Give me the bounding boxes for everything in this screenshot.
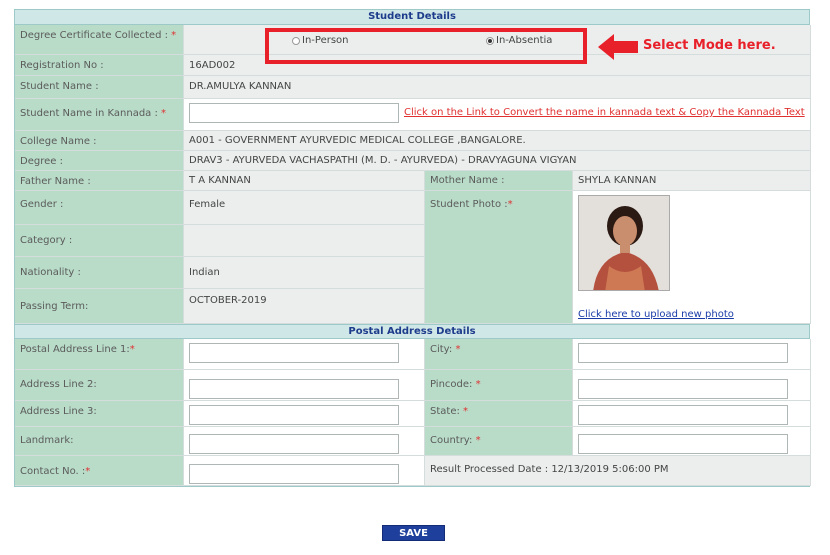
- degree-label: Degree :: [15, 151, 184, 171]
- name-kannada-input[interactable]: [189, 103, 399, 123]
- student-photo-cell: Click here to upload new photo: [573, 191, 811, 324]
- city-label: City: *: [425, 339, 573, 370]
- registration-no-label: Registration No :: [15, 55, 184, 76]
- landmark-label: Landmark:: [15, 427, 184, 456]
- contact-no-label: Contact No. : *: [15, 456, 184, 486]
- student-photo: [578, 195, 670, 291]
- radio-in-absentia-dot[interactable]: [486, 36, 494, 45]
- category-label: Category :: [15, 225, 184, 257]
- father-name-label: Father Name :: [15, 171, 184, 191]
- upload-photo-link[interactable]: Click here to upload new photo: [578, 309, 734, 320]
- country-field: [573, 427, 811, 456]
- pincode-label: Pincode: *: [425, 370, 573, 401]
- student-photo-label: Student Photo : *: [425, 191, 573, 324]
- mother-name-label: Mother Name :: [425, 171, 573, 191]
- student-photo-image: [579, 196, 669, 290]
- address-line2-label: Address Line 2:: [15, 370, 184, 401]
- degree-collected-label: Degree Certificate Collected : *: [15, 25, 184, 55]
- address-line1-input[interactable]: [189, 343, 399, 363]
- college-name-value: A001 - GOVERNMENT AYURVEDIC MEDICAL COLL…: [184, 131, 811, 151]
- student-form: Student Details Degree Certificate Colle…: [14, 9, 811, 487]
- city-field: [573, 339, 811, 370]
- radio-in-person-dot[interactable]: [292, 36, 300, 45]
- contact-no-input[interactable]: [189, 464, 399, 484]
- address-line3-field: [184, 401, 425, 427]
- address-line2-input[interactable]: [189, 379, 399, 399]
- passing-term-value: OCTOBER-2019: [184, 289, 425, 324]
- category-value: [184, 225, 425, 257]
- degree-value: DRAV3 - AYURVEDA VACHASPATHI (M. D. - AY…: [184, 151, 811, 171]
- name-kannada-field: Click on the Link to Convert the name in…: [184, 99, 811, 131]
- convert-kannada-link[interactable]: Click on the Link to Convert the name in…: [404, 107, 805, 118]
- address-line3-input[interactable]: [189, 405, 399, 425]
- contact-no-field: [184, 456, 425, 486]
- city-input[interactable]: [578, 343, 788, 363]
- result-processed-date: Result Processed Date : 12/13/2019 5:06:…: [425, 456, 811, 486]
- postal-address-grid: Postal Address Line 1: * City: * Address …: [15, 339, 811, 486]
- postal-address-heading: Postal Address Details: [15, 324, 809, 339]
- address-line1-field: [184, 339, 425, 370]
- college-name-label: College Name :: [15, 131, 184, 151]
- nationality-label: Nationality :: [15, 257, 184, 289]
- annotation-text: Select Mode here.: [643, 38, 776, 53]
- landmark-input[interactable]: [189, 434, 399, 454]
- address-line1-label: Postal Address Line 1: *: [15, 339, 184, 370]
- country-label: Country: *: [425, 427, 573, 456]
- student-details-grid: Degree Certificate Collected : * In-Pers…: [15, 25, 811, 324]
- state-field: [573, 401, 811, 427]
- state-label: State: *: [425, 401, 573, 427]
- annotation-arrow-icon: [598, 34, 638, 60]
- nationality-value: Indian: [184, 257, 425, 289]
- student-name-label: Student Name :: [15, 76, 184, 99]
- pincode-field: [573, 370, 811, 401]
- pincode-input[interactable]: [578, 379, 788, 399]
- radio-in-person[interactable]: In-Person: [292, 35, 349, 46]
- registration-no-value: 16AD002: [184, 55, 811, 76]
- gender-label: Gender :: [15, 191, 184, 225]
- landmark-field: [184, 427, 425, 456]
- radio-in-absentia[interactable]: In-Absentia: [486, 35, 552, 46]
- address-line2-field: [184, 370, 425, 401]
- passing-term-label: Passing Term:: [15, 289, 184, 324]
- save-button[interactable]: SAVE: [382, 525, 445, 541]
- country-input[interactable]: [578, 434, 788, 454]
- gender-value: Female: [184, 191, 425, 225]
- state-input[interactable]: [578, 405, 788, 425]
- address-line3-label: Address Line 3:: [15, 401, 184, 427]
- father-name-value: T A KANNAN: [184, 171, 425, 191]
- mother-name-value: SHYLA KANNAN: [573, 171, 811, 191]
- student-name-value: DR.AMULYA KANNAN: [184, 76, 811, 99]
- student-details-heading: Student Details: [15, 10, 809, 25]
- name-kannada-label: Student Name in Kannada : *: [15, 99, 184, 131]
